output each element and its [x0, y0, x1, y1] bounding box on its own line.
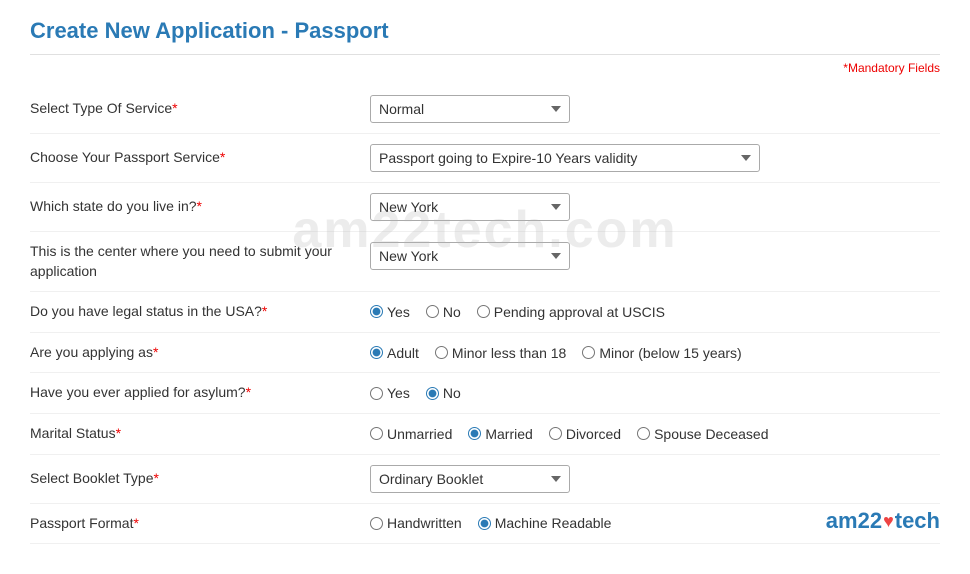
radio-item-legal-status-yes[interactable]: Yes: [370, 304, 410, 320]
radio-input-legal-status-yes[interactable]: [370, 305, 383, 318]
form-row-asylum: Have you ever applied for asylum?* Yes No: [30, 373, 940, 414]
radio-item-applying-as-minor18[interactable]: Minor less than 18: [435, 345, 566, 361]
radio-item-applying-as-adult[interactable]: Adult: [370, 345, 419, 361]
form-row-applying-as: Are you applying as* Adult Minor less than…: [30, 333, 940, 374]
field-label-booklet-type: Select Booklet Type*: [30, 469, 370, 489]
radio-item-passport-format-machine[interactable]: Machine Readable: [478, 515, 612, 531]
radio-input-marital-status-married[interactable]: [468, 427, 481, 440]
radio-input-legal-status-no[interactable]: [426, 305, 439, 318]
radio-item-applying-as-minor15[interactable]: Minor (below 15 years): [582, 345, 741, 361]
field-label-asylum: Have you ever applied for asylum?*: [30, 383, 370, 403]
radio-label-applying-as-minor18: Minor less than 18: [452, 345, 566, 361]
radio-label-legal-status-yes: Yes: [387, 304, 410, 320]
radio-input-applying-as-minor18[interactable]: [435, 346, 448, 359]
field-control-type-of-service: NormalTatkal: [370, 95, 940, 123]
form-area: Select Type Of Service*NormalTatkalChoos…: [30, 85, 940, 544]
field-control-state: New YorkCaliforniaTexas: [370, 193, 940, 221]
radio-input-applying-as-minor15[interactable]: [582, 346, 595, 359]
radio-group-passport-format: Handwritten Machine Readable: [370, 515, 611, 531]
form-row-legal-status: Do you have legal status in the USA?*Yes…: [30, 292, 940, 333]
radio-input-marital-status-divorced[interactable]: [549, 427, 562, 440]
radio-input-asylum-yes[interactable]: [370, 387, 383, 400]
radio-item-marital-status-married[interactable]: Married: [468, 426, 532, 442]
radio-item-legal-status-no[interactable]: No: [426, 304, 461, 320]
field-control-legal-status: Yes No Pending approval at USCIS: [370, 304, 940, 320]
radio-item-marital-status-spouse-deceased[interactable]: Spouse Deceased: [637, 426, 768, 442]
page-title: Create New Application - Passport: [30, 18, 940, 55]
radio-input-passport-format-machine[interactable]: [478, 517, 491, 530]
radio-item-legal-status-pending[interactable]: Pending approval at USCIS: [477, 304, 665, 320]
radio-item-marital-status-divorced[interactable]: Divorced: [549, 426, 621, 442]
radio-label-marital-status-married: Married: [485, 426, 532, 442]
page-container: Create New Application - Passport *Manda…: [0, 0, 970, 574]
radio-label-applying-as-minor15: Minor (below 15 years): [599, 345, 741, 361]
field-control-asylum: Yes No: [370, 385, 940, 401]
form-row-state: Which state do you live in?*New YorkCali…: [30, 183, 940, 232]
radio-label-applying-as-adult: Adult: [387, 345, 419, 361]
radio-label-marital-status-spouse-deceased: Spouse Deceased: [654, 426, 768, 442]
field-control-passport-service: Passport going to Expire-10 Years validi…: [370, 144, 940, 172]
field-label-state: Which state do you live in?*: [30, 197, 370, 217]
radio-input-applying-as-adult[interactable]: [370, 346, 383, 359]
select-booklet-type[interactable]: Ordinary BookletOfficial BookletDiplomat…: [370, 465, 570, 493]
radio-group-legal-status: Yes No Pending approval at USCIS: [370, 304, 665, 320]
form-row-passport-format: Passport Format* Handwritten Machine Reada…: [30, 504, 940, 545]
radio-item-asylum-yes[interactable]: Yes: [370, 385, 410, 401]
radio-label-asylum-yes: Yes: [387, 385, 410, 401]
branding-heart: ♥: [883, 511, 894, 532]
mandatory-note: *Mandatory Fields: [30, 61, 940, 75]
field-label-passport-format: Passport Format*: [30, 514, 370, 534]
form-row-booklet-type: Select Booklet Type*Ordinary BookletOffi…: [30, 455, 940, 504]
radio-input-passport-format-handwritten[interactable]: [370, 517, 383, 530]
branding-suffix: tech: [895, 508, 940, 534]
select-type-of-service[interactable]: NormalTatkal: [370, 95, 570, 123]
select-submit-center[interactable]: New YorkLos AngelesHouston: [370, 242, 570, 270]
radio-item-asylum-no[interactable]: No: [426, 385, 461, 401]
radio-label-asylum-no: No: [443, 385, 461, 401]
field-control-marital-status: Unmarried Married Divorced Spouse Deceased: [370, 426, 940, 442]
field-label-submit-center: This is the center where you need to sub…: [30, 242, 370, 281]
field-control-submit-center: New YorkLos AngelesHouston: [370, 242, 940, 270]
field-label-type-of-service: Select Type Of Service*: [30, 99, 370, 119]
radio-input-marital-status-spouse-deceased[interactable]: [637, 427, 650, 440]
form-row-marital-status: Marital Status* Unmarried Married Divorced S…: [30, 414, 940, 455]
field-label-legal-status: Do you have legal status in the USA?*: [30, 302, 370, 322]
branding-prefix: am22: [826, 508, 882, 534]
radio-label-passport-format-machine: Machine Readable: [495, 515, 612, 531]
form-row-submit-center: This is the center where you need to sub…: [30, 232, 940, 292]
radio-input-marital-status-unmarried[interactable]: [370, 427, 383, 440]
branding-logo: am22♥tech: [826, 508, 940, 534]
field-label-passport-service: Choose Your Passport Service*: [30, 148, 370, 168]
radio-item-passport-format-handwritten[interactable]: Handwritten: [370, 515, 462, 531]
field-control-applying-as: Adult Minor less than 18 Minor (below 15 y…: [370, 345, 940, 361]
radio-group-applying-as: Adult Minor less than 18 Minor (below 15 y…: [370, 345, 742, 361]
radio-group-marital-status: Unmarried Married Divorced Spouse Deceased: [370, 426, 769, 442]
radio-input-asylum-no[interactable]: [426, 387, 439, 400]
radio-input-legal-status-pending[interactable]: [477, 305, 490, 318]
radio-group-asylum: Yes No: [370, 385, 461, 401]
form-row-passport-service: Choose Your Passport Service*Passport go…: [30, 134, 940, 183]
select-state[interactable]: New YorkCaliforniaTexas: [370, 193, 570, 221]
form-row-type-of-service: Select Type Of Service*NormalTatkal: [30, 85, 940, 134]
field-control-booklet-type: Ordinary BookletOfficial BookletDiplomat…: [370, 465, 940, 493]
radio-label-marital-status-unmarried: Unmarried: [387, 426, 452, 442]
radio-label-legal-status-pending: Pending approval at USCIS: [494, 304, 665, 320]
field-label-applying-as: Are you applying as*: [30, 343, 370, 363]
radio-label-passport-format-handwritten: Handwritten: [387, 515, 462, 531]
select-passport-service[interactable]: Passport going to Expire-10 Years validi…: [370, 144, 760, 172]
radio-label-legal-status-no: No: [443, 304, 461, 320]
field-label-marital-status: Marital Status*: [30, 424, 370, 444]
radio-item-marital-status-unmarried[interactable]: Unmarried: [370, 426, 452, 442]
radio-label-marital-status-divorced: Divorced: [566, 426, 621, 442]
